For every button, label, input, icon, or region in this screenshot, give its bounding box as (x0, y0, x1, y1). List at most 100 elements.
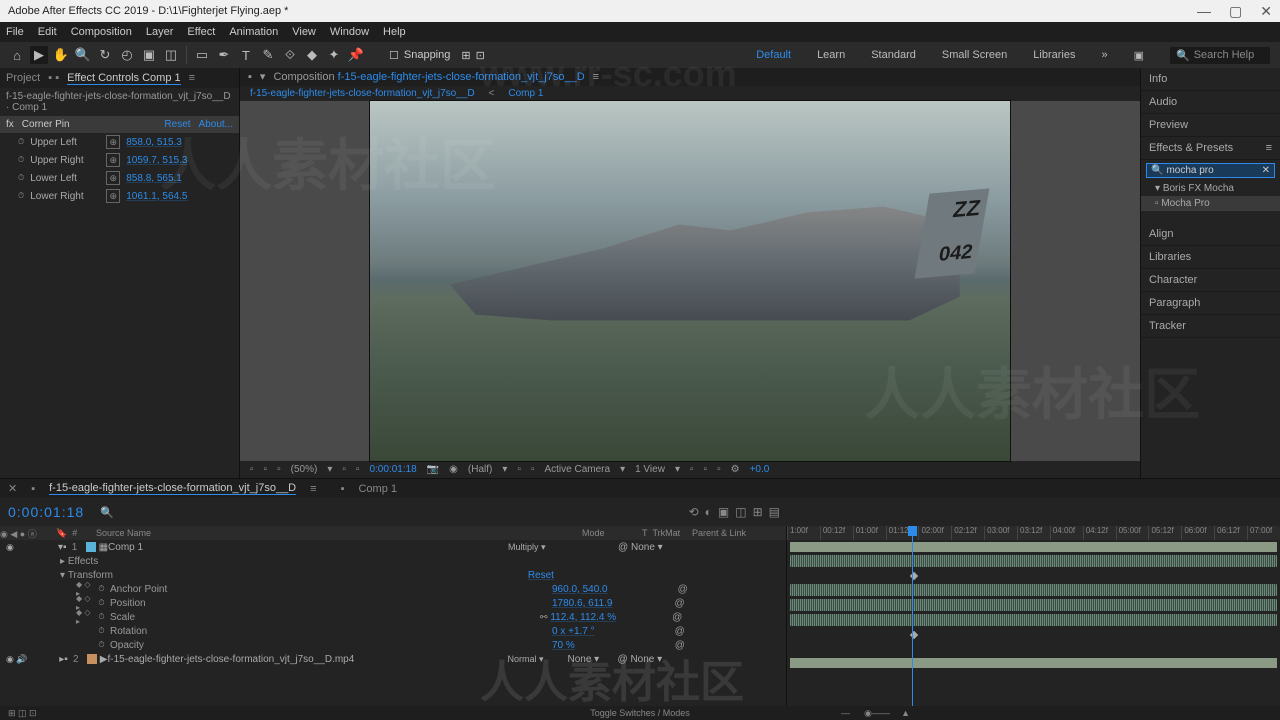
prop-opacity[interactable]: Opacity (110, 640, 294, 651)
menu-animation[interactable]: Animation (229, 26, 278, 38)
viewer-channel-icon[interactable]: ◉ (449, 464, 458, 475)
stopwatch-icon[interactable]: ⏱ (96, 598, 107, 609)
prop-rotation[interactable]: Rotation (110, 626, 294, 637)
close-icon[interactable]: ✕ (1260, 3, 1272, 20)
fx-about-button[interactable]: About... (199, 119, 233, 130)
zoom-tool-icon[interactable]: 🔍 (74, 46, 92, 64)
zoom-in-icon[interactable]: ▲ (901, 708, 910, 718)
effect-item-mocha[interactable]: ▫ Mocha Pro (1141, 196, 1280, 211)
prop-transform[interactable]: ▾ TransformReset (0, 568, 786, 582)
eraser-tool-icon[interactable]: ◆ (303, 46, 321, 64)
viewer-views[interactable]: 1 View (635, 464, 665, 475)
viewer-mask-icon[interactable]: ▫ (356, 464, 360, 475)
layer-row-2[interactable]: ◉ 🔊 ▸ ▪ 2 ▶ f-15-eagle-fighter-jets-clos… (0, 652, 786, 666)
workspace-libraries[interactable]: Libraries (1033, 49, 1075, 61)
rectangle-tool-icon[interactable]: ▭ (193, 46, 211, 64)
prop-effects[interactable]: ▸ Effects (0, 554, 786, 568)
stopwatch-icon[interactable]: ⏱ (96, 584, 107, 595)
viewer-camera[interactable]: Active Camera (544, 464, 610, 475)
panel-preview[interactable]: Preview (1141, 114, 1280, 137)
roto-tool-icon[interactable]: ✦ (325, 46, 343, 64)
viewer-magnify-icon[interactable]: ▫ (250, 464, 254, 475)
effects-group[interactable]: ▾ Boris FX Mocha (1141, 181, 1280, 196)
type-tool-icon[interactable]: T (237, 46, 255, 64)
viewer-caret-icon[interactable]: ▾ (260, 70, 266, 83)
timeline-tab-1[interactable]: f-15-eagle-fighter-jets-close-formation_… (49, 482, 296, 495)
layer-parent[interactable]: None ▾ (628, 542, 698, 553)
tab-lock-icon[interactable]: ▪ (31, 483, 35, 495)
col-mode[interactable]: Mode (582, 528, 642, 538)
val-opacity[interactable]: 70 % (552, 640, 575, 651)
layer-parent-2[interactable]: None ▾ (628, 654, 698, 665)
viewer-roi-icon[interactable]: ▫ (517, 464, 521, 475)
clone-tool-icon[interactable]: ⟐ (281, 46, 299, 64)
prop-anchor[interactable]: Anchor Point (110, 584, 294, 595)
pen-tool-icon[interactable]: ✒ (215, 46, 233, 64)
val-scale[interactable]: 112.4, 112.4 % (550, 612, 616, 623)
menu-composition[interactable]: Composition (71, 26, 132, 38)
prop-position[interactable]: Position (110, 598, 294, 609)
viewer-snapshot-icon[interactable]: 📷 (427, 464, 439, 475)
cp-val-lr[interactable]: 1061.1, 564.5 (126, 191, 187, 202)
puppet-tool-icon[interactable]: 📌 (347, 46, 365, 64)
panel-paragraph[interactable]: Paragraph (1141, 292, 1280, 315)
viewer-resolution[interactable]: (Half) (468, 464, 492, 475)
layer-bar-1[interactable] (787, 540, 1280, 554)
cp-val-ll[interactable]: 858.8, 565.1 (126, 173, 182, 184)
hand-tool-icon[interactable]: ✋ (52, 46, 70, 64)
panel-menu-icon[interactable]: ≡ (1266, 142, 1272, 154)
viewer-timecode[interactable]: 0:00:01:18 (369, 464, 416, 475)
viewer-view-caret-icon[interactable]: ▾ (675, 464, 680, 475)
workspace-reset-icon[interactable]: ▣ (1134, 49, 1144, 62)
panbehind-tool-icon[interactable]: ◫ (162, 46, 180, 64)
timeline-tab-1-menu-icon[interactable]: ≡ (310, 483, 316, 495)
breadcrumb-1[interactable]: f-15-eagle-fighter-jets-close-formation_… (250, 88, 475, 99)
link-icon[interactable]: ⚯ (540, 612, 548, 623)
pickwhip-icon[interactable]: @ (672, 612, 682, 623)
pickwhip-icon[interactable]: @ (675, 626, 685, 637)
viewer-lock-icon[interactable]: ▪ (248, 71, 252, 83)
panel-effects-presets[interactable]: Effects & Presets (1149, 142, 1233, 154)
panel-info[interactable]: Info (1141, 68, 1280, 91)
tab-lock-icon[interactable]: ▪ (341, 483, 345, 495)
layer-color-icon[interactable] (86, 542, 96, 552)
pickwhip-icon[interactable]: @ (678, 584, 688, 595)
workspace-standard[interactable]: Standard (871, 49, 916, 61)
viewer-tab-menu-icon[interactable]: ≡ (593, 71, 599, 83)
effects-search-input[interactable]: 🔍 mocha pro✕ (1146, 163, 1275, 178)
orbit-tool-icon[interactable]: ↻ (96, 46, 114, 64)
viewer-gear-icon[interactable]: ⚙ (731, 464, 740, 475)
crosshair-icon[interactable]: ⊕ (106, 153, 120, 167)
viewer-canvas[interactable]: www.rr-sc.com ZZ 人人素材社区 人人素材社区 (240, 101, 1140, 461)
camera-tool-icon[interactable]: ▣ (140, 46, 158, 64)
stopwatch-icon[interactable]: ⏱ (96, 640, 107, 651)
pickwhip-icon[interactable]: @ (675, 640, 685, 651)
zoom-out-icon[interactable]: — (841, 708, 850, 718)
viewer-tab-label[interactable]: Composition f-15-eagle-fighter-jets-clos… (273, 71, 584, 83)
time-ruler[interactable]: 1:00f00:12f01:00f01:12f02:00f02:12f03:00… (787, 526, 1280, 540)
val-position[interactable]: 1780.6, 611.9 (552, 598, 612, 609)
viewer-pixel-icon[interactable]: ▫ (690, 464, 694, 475)
tab-close-icon[interactable]: ✕ (8, 482, 17, 495)
timeline-tracks[interactable]: 1:00f00:12f01:00f01:12f02:00f02:12f03:00… (786, 526, 1280, 706)
viewer-zoom-caret-icon[interactable]: ▾ (327, 464, 332, 475)
menu-view[interactable]: View (292, 26, 316, 38)
panel-align[interactable]: Align (1141, 223, 1280, 246)
cp-val-ur[interactable]: 1059.7, 515.3 (126, 155, 187, 166)
visibility-icon[interactable]: ◉ (6, 654, 16, 665)
viewer-transparency-icon[interactable]: ▫ (531, 464, 535, 475)
tl-icon-3[interactable]: ▣ (718, 505, 729, 519)
tl-icon-1[interactable]: ⟲ (689, 505, 699, 519)
menu-edit[interactable]: Edit (38, 26, 57, 38)
timeline-search-icon[interactable]: 🔍 (100, 506, 114, 519)
crosshair-icon[interactable]: ⊕ (106, 171, 120, 185)
layer-mode[interactable]: Multiply ▾ (508, 542, 568, 553)
fx-toggle-icon[interactable]: fx (6, 119, 14, 130)
menu-help[interactable]: Help (383, 26, 406, 38)
brush-tool-icon[interactable]: ✎ (259, 46, 277, 64)
tab-menu-icon[interactable]: ≡ (189, 72, 195, 84)
snap-opt-icon[interactable]: ⊞ (461, 49, 470, 62)
timeline-timecode[interactable]: 0:00:01:18 (8, 504, 84, 520)
tl-icon-6[interactable]: ▤ (769, 505, 780, 519)
pickwhip-icon[interactable]: @ (618, 654, 628, 665)
